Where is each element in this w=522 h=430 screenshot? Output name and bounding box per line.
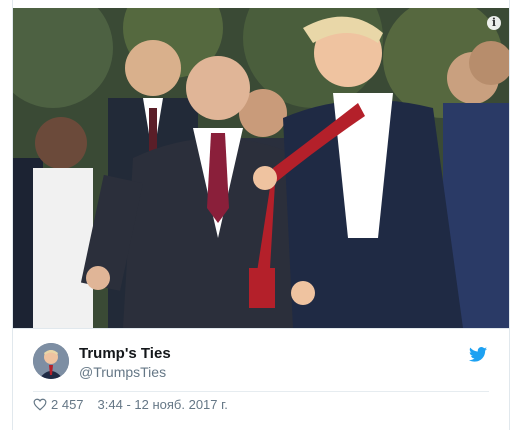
heart-icon[interactable] [33, 398, 47, 411]
tweet-photo[interactable]: i [13, 8, 509, 328]
avatar[interactable] [33, 343, 69, 379]
display-name[interactable]: Trump's Ties [79, 345, 171, 362]
divider [33, 391, 489, 392]
tweet-footer: 2 457 3:44 - 12 нояб. 2017 г. [33, 397, 228, 412]
tweet-timestamp[interactable]: 3:44 - 12 нояб. 2017 г. [98, 397, 228, 412]
avatar-image [33, 343, 69, 379]
twitter-bird-icon[interactable] [469, 347, 487, 362]
tweet-meta: Trump's Ties @TrumpsTies 2 457 3:44 - 12… [13, 328, 509, 430]
tweet-card[interactable]: i Trump's Ties @TrumpsTies 2 457 3:44 - … [12, 0, 510, 430]
photo-illustration [13, 8, 509, 328]
info-icon[interactable]: i [487, 16, 501, 30]
like-count[interactable]: 2 457 [51, 397, 84, 412]
user-handle[interactable]: @TrumpsTies [79, 364, 166, 380]
